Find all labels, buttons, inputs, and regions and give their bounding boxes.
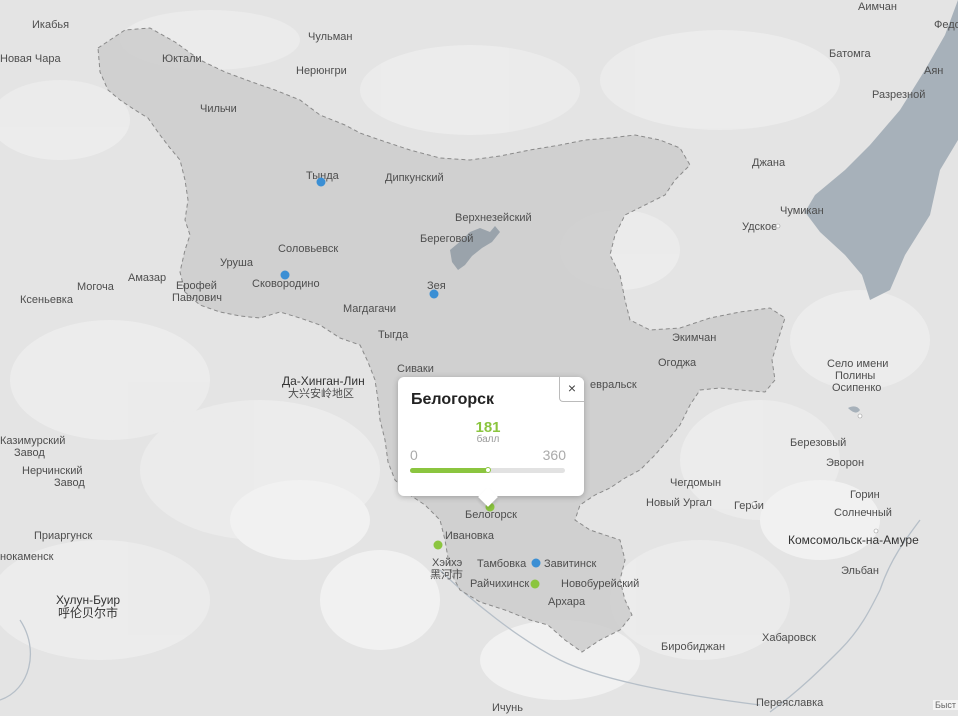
label-zavod-2: Завод	[54, 477, 85, 489]
label-beregovoy: Береговой	[420, 233, 473, 245]
popup-scale-min: 0	[410, 447, 418, 463]
label-skovorodino: Сковородино	[252, 278, 320, 290]
label-yerofey: Ерофей	[176, 280, 217, 292]
label-chulman: Чульман	[308, 31, 353, 43]
label-da-hinggan: Да-Хинган-Лин	[282, 374, 365, 388]
popup-score-unit: балл	[476, 434, 500, 445]
label-novaya-chara: Новая Чара	[0, 53, 61, 65]
label-ichun: Ичунь	[492, 702, 523, 714]
popup-city-title: Белогорск	[411, 391, 495, 408]
marker-ivanovka[interactable]	[433, 540, 443, 550]
label-priargunsk: Приаргунск	[34, 530, 92, 542]
label-ikabya: Икабья	[32, 19, 69, 31]
label-solovyovsk: Соловьевск	[278, 243, 338, 255]
label-khabarovsk: Хабаровск	[762, 632, 816, 644]
label-amazar: Амазар	[128, 272, 166, 284]
label-ivanovka: Ивановка	[445, 530, 495, 542]
label-da-hinggan-cn: 大兴安岭地区	[288, 386, 354, 400]
label-novy-urgal: Новый Ургал	[646, 497, 712, 509]
label-verkhnezeysky: Верхнезейский	[455, 212, 532, 224]
marker-zavitinsk[interactable]	[531, 558, 541, 568]
label-chumikan: Чумикан	[780, 205, 824, 217]
marker-skovorodino[interactable]	[280, 270, 290, 280]
label-hulunbuir: Хулун-Буир	[56, 593, 120, 607]
label-magdagachi: Магдагачи	[343, 303, 396, 315]
label-kazimursky: Казимурский	[0, 435, 65, 447]
city-info-popup: Белогорск × 181 балл 0 360	[398, 377, 584, 507]
label-batomga: Батомга	[829, 48, 871, 60]
label-arkhara: Архара	[548, 596, 586, 608]
label-pavlovich: Павлович	[172, 292, 222, 304]
label-heihe-cn: 黑河市	[430, 567, 463, 581]
label-fed-partial: Федо	[934, 19, 958, 31]
marker-tynda[interactable]	[316, 177, 326, 187]
label-nokamensk: нокаменск	[0, 551, 54, 563]
label-osipenko: Осипенко	[832, 382, 881, 394]
popup-score-bar	[410, 467, 565, 473]
label-komsomolsk: Комсомольск-на-Амуре	[788, 533, 919, 547]
label-poliny: Полины	[835, 370, 875, 382]
label-udskoe: Удское	[742, 221, 777, 233]
label-evoron: Эворон	[826, 457, 864, 469]
label-yuktali: Юктали	[162, 53, 202, 65]
label-berezovy: Березовый	[790, 437, 846, 449]
label-nerchinsky: Нерчинский	[22, 465, 83, 477]
label-pereyaslavka: Переяславка	[756, 697, 824, 709]
marker-raichikhinsk[interactable]	[530, 579, 540, 589]
label-razreznoy: Разрезной	[872, 89, 925, 101]
marker-zeya[interactable]	[429, 289, 439, 299]
label-fevralsk-partial: евральск	[590, 379, 637, 391]
label-dipkunsky: Дипкунский	[385, 172, 444, 184]
label-tygda: Тыгда	[378, 329, 409, 341]
popup-close-button[interactable]: ×	[559, 377, 584, 402]
label-urusha: Уруша	[220, 257, 254, 269]
label-ekimchan: Экимчан	[672, 332, 716, 344]
label-novoburesky: Новобурейский	[561, 578, 639, 590]
label-aimchan: Аимчан	[858, 1, 897, 13]
label-elban: Эльбан	[841, 565, 879, 577]
label-ogodzha: Огоджа	[658, 357, 697, 369]
label-chegdomyn: Чегдомын	[670, 477, 721, 489]
map-canvas[interactable]: Икабья Чульман Новая Чара Юктали Нерюнгр…	[0, 0, 958, 716]
label-mogocha: Могоча	[77, 281, 115, 293]
label-gorin: Горин	[850, 489, 880, 501]
label-hulunbuir-cn: 呼伦贝尔市	[58, 605, 118, 620]
label-chilchi: Чильчи	[200, 103, 237, 115]
label-selo-imeni: Село имени	[827, 358, 888, 370]
label-ayan: Аян	[924, 65, 943, 77]
label-heihe: Хэйхэ	[432, 557, 463, 569]
label-solnechny: Солнечный	[834, 507, 892, 519]
label-ksenyevka: Ксеньевка	[20, 294, 74, 306]
label-tambovka: Тамбовка	[477, 558, 527, 570]
popup-scale-max: 360	[542, 447, 566, 463]
label-dzhana: Джана	[752, 157, 786, 169]
label-zavod-1: Завод	[14, 447, 45, 459]
label-gerbi: Герби	[734, 500, 764, 512]
label-raichikhinsk: Райчихинск	[470, 578, 529, 590]
map-attribution[interactable]: Быст	[933, 700, 958, 710]
label-neryungri: Нерюнгри	[296, 65, 347, 77]
label-zavitinsk: Завитинск	[544, 558, 597, 570]
popup-score-bar-knob	[484, 467, 491, 473]
label-sivaki: Сиваки	[397, 363, 434, 375]
popup-score-bar-fill	[410, 468, 488, 473]
label-birobidzhan: Биробиджан	[661, 641, 725, 653]
